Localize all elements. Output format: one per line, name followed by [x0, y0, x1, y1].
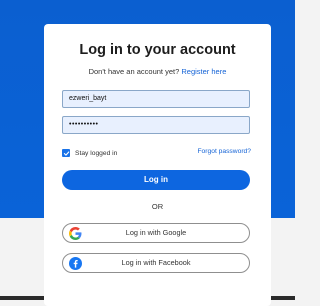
username-value: ezweri_bayt	[69, 95, 107, 102]
username-field[interactable]: ezweri_bayt	[62, 90, 250, 108]
facebook-logo-icon	[69, 257, 82, 270]
signup-prompt-text: Don't have an account yet?	[88, 67, 180, 76]
stay-logged-in-label: Stay logged in	[75, 149, 118, 157]
stay-logged-in-row[interactable]: Stay logged in	[62, 147, 117, 159]
facebook-button-label: Log in with Facebook	[121, 258, 191, 267]
checkmark-icon	[63, 150, 69, 156]
signup-prompt-row: Don't have an account yet? Register here	[44, 67, 271, 76]
page-title: Log in to your account	[79, 42, 236, 58]
login-card: Log in to your account Don't have an acc…	[44, 24, 271, 306]
register-link[interactable]: Register here	[181, 67, 226, 76]
google-button-label: Log in with Google	[125, 228, 187, 237]
password-masked-value: ••••••••••	[69, 121, 99, 128]
google-login-button[interactable]: Log in with Google	[62, 223, 250, 243]
google-logo-icon	[69, 227, 82, 240]
login-button[interactable]: Log in	[62, 170, 250, 190]
stay-logged-in-checkbox[interactable]	[62, 149, 70, 157]
or-divider: OR	[151, 202, 164, 211]
password-field[interactable]: ••••••••••	[62, 116, 250, 134]
facebook-login-button[interactable]: Log in with Facebook	[62, 253, 250, 273]
forgot-password-link[interactable]: Forgot password?	[197, 148, 251, 155]
